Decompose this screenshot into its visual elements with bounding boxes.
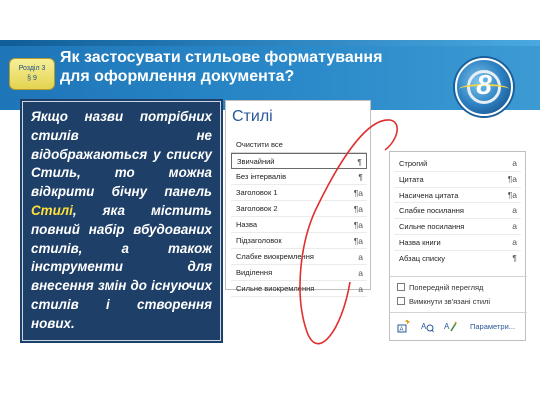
styles-pane-title: Стилі [232, 108, 273, 125]
style-item-no-spacing[interactable]: Без інтервалів ¶ [231, 169, 367, 185]
style-item-book-title[interactable]: Назва книги a [394, 235, 521, 251]
styles-list: Очистити все Звичайний ¶ Без інтервалів … [231, 137, 367, 297]
style-item-quote[interactable]: Цитата ¶a [394, 172, 521, 188]
style-item-heading-2[interactable]: Заголовок 2 ¶a [231, 201, 367, 217]
character-style-icon: a [512, 236, 517, 247]
title-line-1: Як застосувати стильове форматування [60, 49, 383, 66]
linked-style-icon: ¶a [353, 204, 363, 214]
slide: Розділ 3 § 9 Як застосувати стильове фор… [0, 0, 540, 405]
header-stripe [0, 40, 540, 46]
style-item-label: Слабке виокремлення [236, 252, 314, 261]
style-item-intense-emphasis[interactable]: Сильне виокремлення a [231, 281, 367, 297]
svg-text:A: A [400, 327, 404, 333]
badge-paragraph: § 9 [27, 75, 37, 82]
style-item-clear-all[interactable]: Очистити все [231, 137, 367, 153]
character-style-icon: a [358, 252, 363, 262]
badge-section: Розділ 3 [18, 65, 46, 72]
character-style-icon: a [512, 205, 517, 216]
style-item-heading-1[interactable]: Заголовок 1 ¶a [231, 185, 367, 201]
character-style-icon: a [512, 221, 517, 232]
linked-styles-checkbox[interactable] [397, 297, 405, 305]
options-link[interactable]: Параметри... [470, 322, 515, 331]
style-item-label: Звичайний [237, 157, 275, 166]
style-item-label: Сильне виокремлення [236, 284, 315, 293]
style-item-title[interactable]: Назва ¶a [231, 217, 367, 233]
title-line-2: для оформлення документа? [60, 68, 295, 85]
style-item-label: Строгий [399, 159, 428, 168]
style-item-label: Слабке посилання [399, 206, 464, 216]
paragraph-mark-icon: ¶ [357, 157, 362, 167]
preview-label: Попередній перегляд [409, 283, 484, 292]
style-item-emphasis[interactable]: Виділення a [231, 265, 367, 281]
style-item-subtle-emphasis[interactable]: Слабке виокремлення a [231, 249, 367, 265]
section-badge: Розділ 3 § 9 [9, 58, 55, 90]
linked-style-icon: ¶a [353, 220, 363, 230]
character-style-icon: a [358, 284, 363, 294]
character-style-icon: a [358, 268, 363, 278]
linked-style-icon: ¶a [353, 188, 363, 198]
style-item-label: Назва книги [399, 237, 441, 247]
manage-styles-icon[interactable]: A [443, 319, 458, 333]
preview-checkbox[interactable] [397, 283, 405, 291]
body-highlight: Стилі [31, 202, 73, 218]
svg-text:A: A [444, 322, 450, 331]
style-item-label: Насичена цитата [399, 190, 459, 200]
style-item-label: Абзац списку [399, 253, 445, 263]
style-item-subtitle[interactable]: Підзаголовок ¶a [231, 233, 367, 249]
style-item-label: Заголовок 1 [236, 188, 278, 197]
slide-title: Як застосувати стильове форматування для… [60, 48, 460, 86]
linked-style-icon: ¶a [507, 173, 517, 184]
style-item-subtle-reference[interactable]: Слабке посилання a [394, 203, 521, 220]
style-item-label: Без інтервалів [236, 172, 287, 181]
paragraph-mark-icon: ¶ [358, 172, 363, 182]
style-inspector-icon[interactable]: A [420, 319, 434, 333]
style-item-intense-quote[interactable]: Насичена цитата ¶a [394, 188, 521, 204]
styles-pane-bottom: Строгий a Цитата ¶a Насичена цитата ¶a С… [389, 151, 527, 341]
character-style-icon: a [512, 158, 517, 168]
body-text-end: , яка містить повний набір вбудованих ст… [31, 202, 212, 331]
style-item-label: Сильне посилання [399, 222, 465, 232]
style-item-intense-reference[interactable]: Сильне посилання a [394, 219, 521, 235]
style-item-label: Цитата [399, 174, 424, 184]
grade-emblem: 8 [455, 58, 513, 116]
linked-style-icon: ¶a [353, 236, 363, 246]
divider [390, 276, 527, 277]
linked-style-icon: ¶a [507, 189, 517, 200]
style-item-label: Підзаголовок [236, 236, 282, 245]
explanation-textbox: Якщо назви потрібних стилів не відобража… [22, 101, 221, 341]
style-item-strong[interactable]: Строгий a [394, 156, 521, 172]
styles-list-continued: Строгий a Цитата ¶a Насичена цитата ¶a С… [394, 156, 521, 267]
style-item-label: Виділення [236, 268, 273, 277]
grade-number: 8 [476, 69, 492, 100]
svg-text:A: A [421, 322, 427, 331]
new-style-icon[interactable]: A [397, 319, 411, 333]
style-item-label: Заголовок 2 [236, 204, 278, 213]
style-item-label: Назва [236, 220, 258, 229]
style-item-label: Очистити все [236, 140, 283, 149]
linked-styles-label: Вимкнути зв'язані стилі [409, 297, 491, 306]
divider [390, 312, 527, 313]
style-item-normal[interactable]: Звичайний ¶ [231, 153, 367, 169]
body-text-start: Якщо назви потрібних стилів не відобража… [31, 109, 212, 200]
style-item-list-paragraph[interactable]: Абзац списку ¶ [394, 251, 521, 267]
paragraph-mark-icon: ¶ [512, 252, 517, 263]
linked-styles-checkbox-row[interactable]: Вимкнути зв'язані стилі [397, 296, 490, 308]
styles-pane: Стилі Очистити все Звичайний ¶ Без інтер… [225, 100, 371, 297]
preview-checkbox-row[interactable]: Попередній перегляд [397, 282, 483, 294]
